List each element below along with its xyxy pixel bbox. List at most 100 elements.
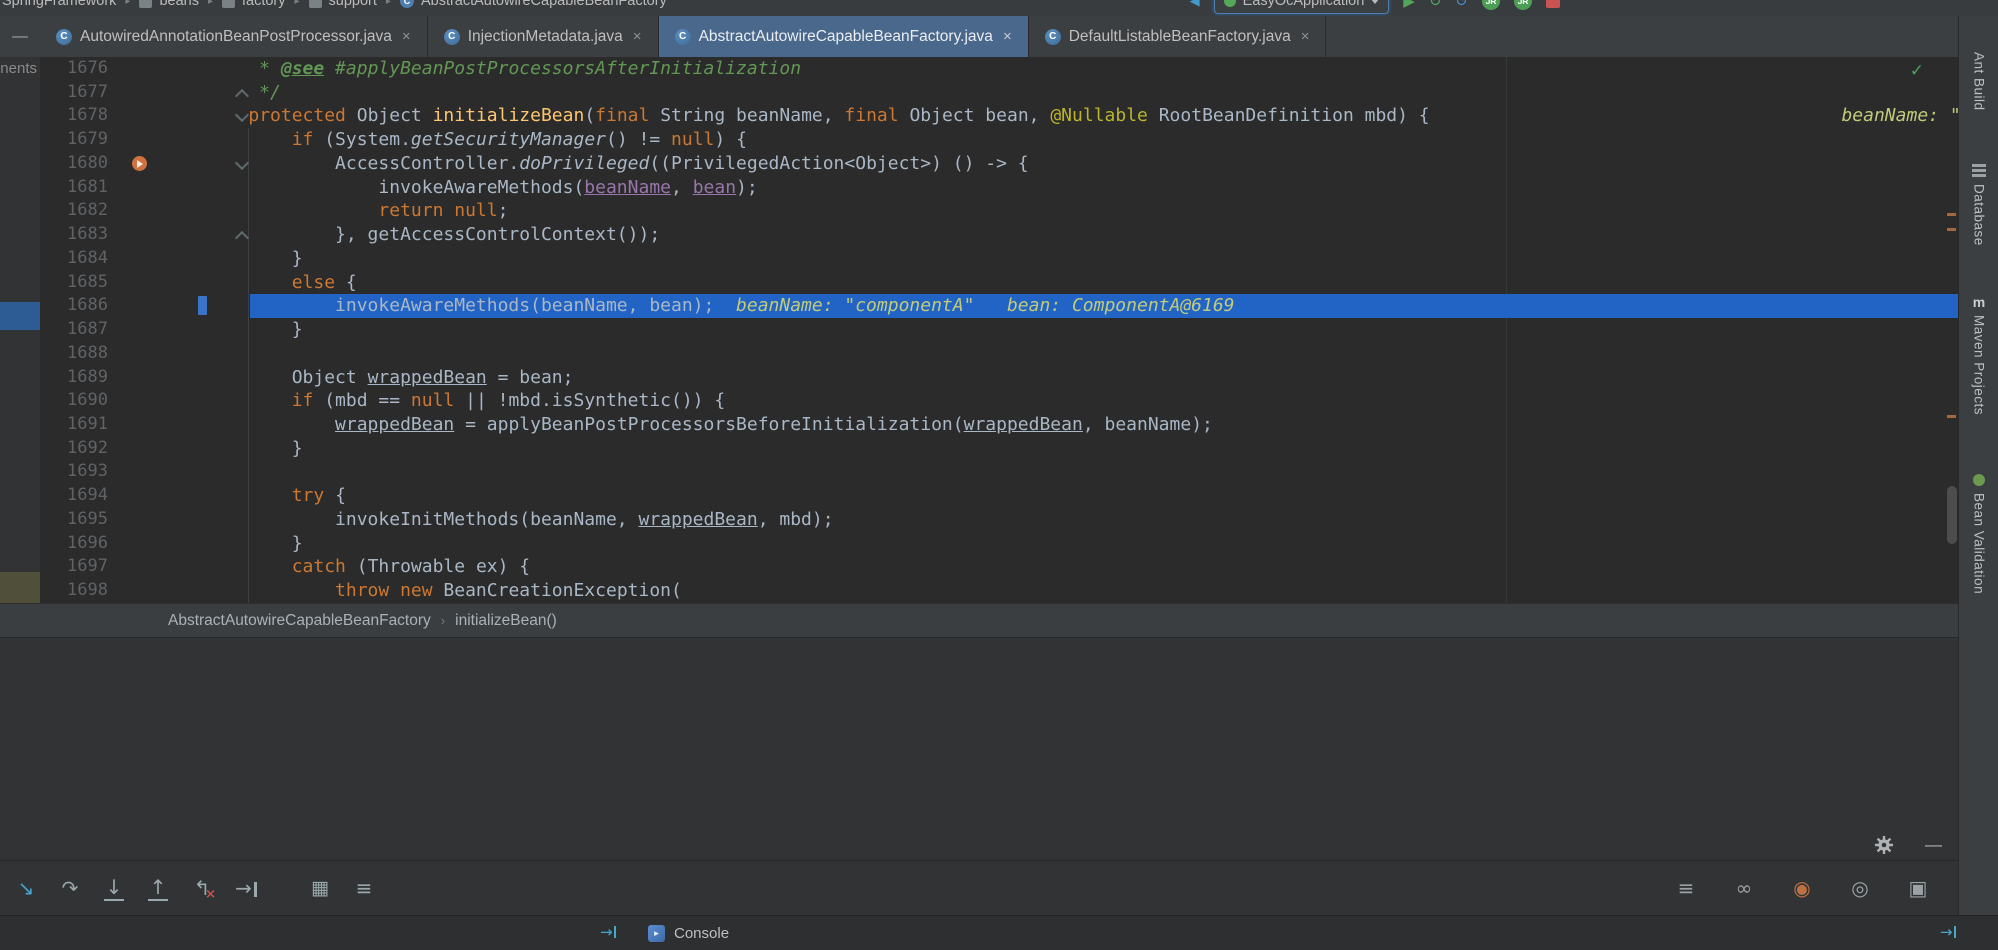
code-line-1676[interactable]: 1676 * @see #applyBeanPostProcessorsAfte… (40, 57, 1958, 81)
code-line-1693[interactable]: 1693 (40, 460, 1958, 484)
line-number[interactable]: 1696 (40, 532, 108, 556)
line-number[interactable]: 1676 (40, 57, 108, 81)
tool-button-bean-validation[interactable]: Bean Validation (1959, 474, 1998, 594)
code-line-1686[interactable]: 1686 invokeAwareMethods(beanName, bean);… (40, 294, 1958, 319)
step-out-icon[interactable]: ↑ (146, 875, 170, 901)
line-number[interactable]: 1688 (40, 342, 108, 366)
view-breakpoints-icon[interactable]: ▦ (308, 877, 332, 899)
soft-wrap-icon[interactable]: ∞ (1732, 876, 1756, 900)
hide-panel-icon[interactable]: — (12, 28, 28, 46)
line-number[interactable]: 1698 (40, 579, 108, 603)
code-line-1679[interactable]: 1679 if (System.getSecurityManager() != … (40, 128, 1958, 152)
code-line-1681[interactable]: 1681 invokeAwareMethods(beanName, bean); (40, 176, 1958, 200)
code-line-1685[interactable]: 1685 else { (40, 271, 1958, 295)
code-line-1691[interactable]: 1691 wrappedBean = applyBeanPostProcesso… (40, 413, 1958, 437)
code-line-1696[interactable]: 1696 } (40, 532, 1958, 556)
nav-path-item-support[interactable]: support (329, 0, 377, 9)
code-line-1677[interactable]: 1677 */ (40, 81, 1958, 105)
record-icon[interactable]: ◉ (1790, 876, 1814, 900)
code-line-1694[interactable]: 1694 try { (40, 484, 1958, 508)
line-number[interactable]: 1685 (40, 271, 108, 295)
breadcrumb-method[interactable]: initializeBean() (455, 612, 557, 630)
error-stripe-mark[interactable] (1947, 228, 1956, 231)
update-application-icon[interactable]: ↺ (1455, 0, 1468, 10)
line-number[interactable]: 1686 (40, 294, 108, 318)
stop-button[interactable] (1546, 0, 1560, 8)
tab-AbstractAutowireCapableBeanFactory.java[interactable]: C AbstractAutowireCapableBeanFactory.java… (658, 16, 1029, 57)
drop-frame-icon[interactable]: ↰ × (190, 876, 216, 902)
close-icon[interactable]: × (402, 28, 411, 45)
code-line-1690[interactable]: 1690 if (mbd == null || !mbd.isSynthetic… (40, 389, 1958, 413)
left-panel-selected-row[interactable] (0, 302, 40, 330)
line-number[interactable]: 1687 (40, 318, 108, 342)
left-panel-inactive-selected-row[interactable] (0, 572, 40, 603)
line-number[interactable]: 1694 (40, 484, 108, 508)
line-number[interactable]: 1679 (40, 128, 108, 152)
line-number[interactable]: 1682 (40, 199, 108, 223)
close-icon[interactable]: × (1003, 28, 1012, 45)
nav-path-item-SpringFramework[interactable]: SpringFramework (2, 0, 116, 9)
tab-DefaultListableBeanFactory.java[interactable]: C DefaultListableBeanFactory.java × (1029, 16, 1327, 57)
line-number[interactable]: 1684 (40, 247, 108, 271)
nav-path-item-AbstractAutowireCapableBeanFactory[interactable]: AbstractAutowireCapableBeanFactory (421, 0, 667, 9)
tab-AutowiredAnnotationBeanPostProcessor.java[interactable]: C AutowiredAnnotationBeanPostProcessor.ja… (40, 16, 428, 57)
code-line-1680[interactable]: 1680 AccessController.doPrivileged((Priv… (40, 152, 1958, 176)
window-layout-icon[interactable]: ▣ (1906, 876, 1930, 900)
debug-marker-icon[interactable] (132, 155, 147, 171)
rerun-icon[interactable]: ↻ (1429, 0, 1442, 10)
code-line-1687[interactable]: 1687 } (40, 318, 1958, 342)
run-button[interactable]: ▶ (1403, 0, 1415, 10)
mute-breakpoints-icon[interactable]: ≡ (352, 876, 376, 900)
jump-to-source-icon[interactable]: → (1940, 923, 1956, 941)
line-number[interactable]: 1683 (40, 223, 108, 247)
jrebel-run-icon[interactable]: JR (1482, 0, 1500, 10)
nav-path-item-beans[interactable]: beans (159, 0, 199, 9)
tool-button-database[interactable]: Database (1959, 164, 1998, 246)
code-line-1689[interactable]: 1689 Object wrappedBean = bean; (40, 366, 1958, 390)
nav-path-item-factory[interactable]: factory (242, 0, 286, 9)
code-line-1688[interactable]: 1688 (40, 342, 1958, 366)
code-line-1695[interactable]: 1695 invokeInitMethods(beanName, wrapped… (40, 508, 1958, 532)
editor[interactable]: 1676 * @see #applyBeanPostProcessorsAfte… (40, 57, 1958, 603)
back-icon[interactable]: ◀ (1190, 0, 1200, 9)
line-number[interactable]: 1677 (40, 81, 108, 105)
code-line-1683[interactable]: 1683 }, getAccessControlContext()); (40, 223, 1958, 247)
scrollbar-thumb[interactable] (1947, 486, 1957, 544)
scroll-to-end-icon[interactable]: ≡ (1674, 876, 1698, 900)
jrebel-debug-icon[interactable]: JR (1514, 0, 1532, 10)
error-stripe-mark[interactable] (1947, 213, 1956, 216)
close-icon[interactable]: × (633, 28, 642, 45)
code-line-1698[interactable]: 1698 throw new BeanCreationException( (40, 579, 1958, 603)
breadcrumb-class[interactable]: AbstractAutowireCapableBeanFactory (168, 612, 431, 630)
line-number[interactable]: 1680 (40, 152, 108, 176)
jump-to-output-icon[interactable]: → (600, 923, 616, 941)
line-number[interactable]: 1697 (40, 555, 108, 579)
error-stripe-mark[interactable] (1947, 415, 1956, 418)
hide-tool-window-icon[interactable]: — (1925, 835, 1942, 855)
line-number[interactable]: 1695 (40, 508, 108, 532)
console-tab[interactable]: ▸ Console (648, 916, 729, 950)
line-number[interactable]: 1692 (40, 437, 108, 461)
line-number[interactable]: 1678 (40, 104, 108, 128)
run-to-cursor-icon[interactable]: → (234, 876, 258, 900)
code-line-1678[interactable]: 1678 protected Object initializeBean(fin… (40, 104, 1958, 128)
line-number[interactable]: 1689 (40, 366, 108, 390)
target-icon[interactable]: ◎ (1848, 876, 1872, 900)
tool-button-maven-projects[interactable]: m Maven Projects (1959, 295, 1998, 415)
code-line-1684[interactable]: 1684 } (40, 247, 1958, 271)
line-number[interactable]: 1681 (40, 176, 108, 200)
tool-button-ant-build[interactable]: Ant Build (1959, 52, 1998, 111)
line-number[interactable]: 1690 (40, 389, 108, 413)
code-line-1692[interactable]: 1692 } (40, 437, 1958, 461)
run-configuration-select[interactable]: EasyOcApplication (1213, 0, 1390, 14)
gear-icon[interactable] (1874, 835, 1894, 855)
tab-InjectionMetadata.java[interactable]: C InjectionMetadata.java × (428, 16, 659, 57)
line-number[interactable]: 1693 (40, 460, 108, 484)
step-over-icon[interactable]: ↷ (58, 876, 82, 900)
code-line-1697[interactable]: 1697 catch (Throwable ex) { (40, 555, 1958, 579)
show-execution-point-icon[interactable]: ↘ (14, 876, 38, 900)
line-number[interactable]: 1691 (40, 413, 108, 437)
code-line-1682[interactable]: 1682 return null; (40, 199, 1958, 223)
inspections-ok-icon[interactable]: ✓ (1910, 61, 1924, 81)
close-icon[interactable]: × (1301, 28, 1310, 45)
